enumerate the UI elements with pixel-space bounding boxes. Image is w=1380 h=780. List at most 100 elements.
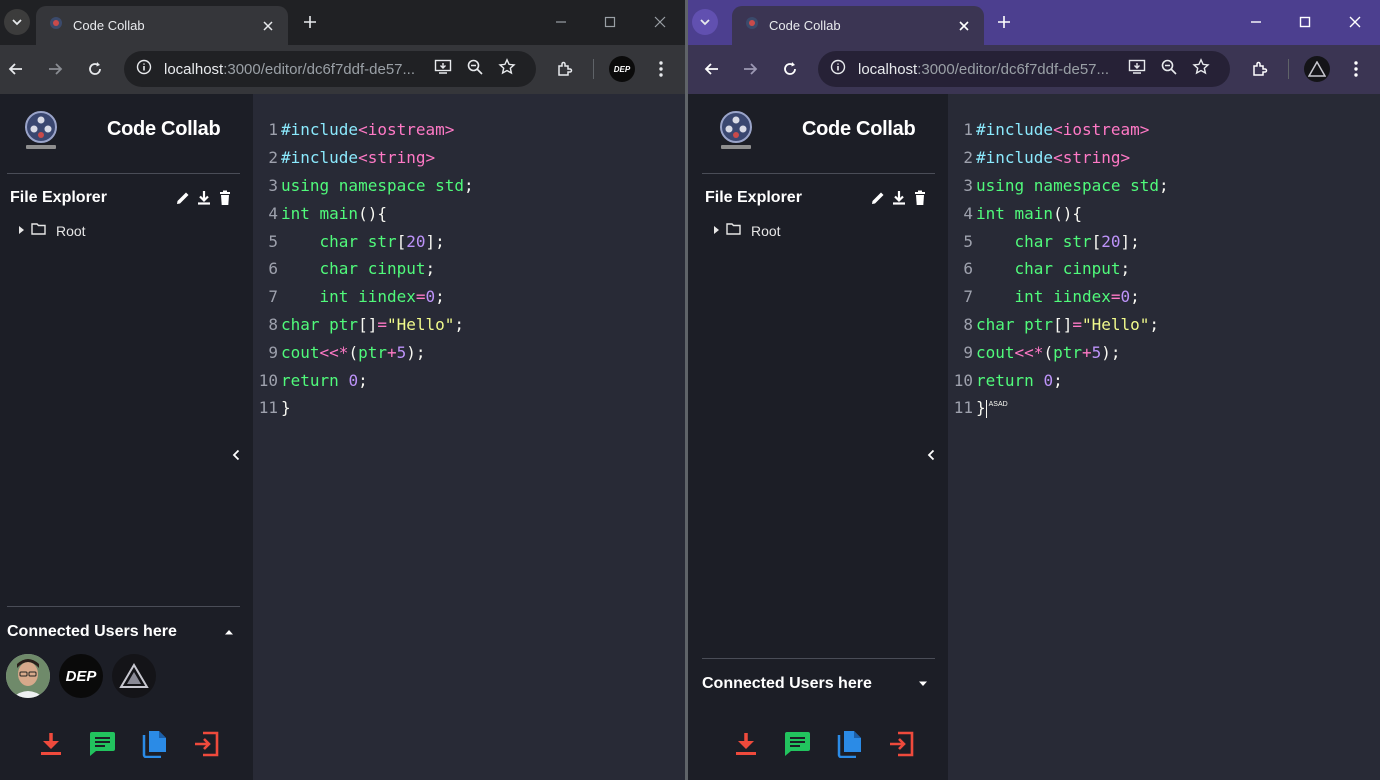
- minimize-icon[interactable]: [551, 12, 571, 32]
- code-line[interactable]: 1 #include<iostream>: [253, 116, 474, 144]
- collapse-sidebar-chevron-icon[interactable]: [924, 446, 938, 464]
- dep-avatar[interactable]: DEP: [59, 654, 103, 698]
- code-text[interactable]: return 0;: [281, 371, 368, 390]
- minimize-icon[interactable]: [1246, 12, 1266, 32]
- close-window-icon[interactable]: [1345, 12, 1365, 32]
- close-tab-icon[interactable]: [954, 16, 974, 36]
- code-text[interactable]: #include<iostream>: [281, 120, 454, 139]
- download-icon[interactable]: [196, 190, 212, 211]
- code-text[interactable]: using namespace std;: [281, 176, 474, 195]
- code-line[interactable]: 10 return 0;: [253, 366, 474, 394]
- new-tab-icon[interactable]: [994, 12, 1014, 32]
- code-line[interactable]: 9 cout<<*(ptr+5);: [253, 338, 474, 366]
- copy-icon[interactable]: [141, 730, 168, 758]
- code-text[interactable]: char str[20];: [976, 232, 1140, 251]
- code-text[interactable]: int iindex=0;: [976, 287, 1140, 306]
- code-line[interactable]: 3 using namespace std;: [948, 172, 1169, 200]
- back-arrow-icon[interactable]: [4, 57, 28, 81]
- caret-right-icon[interactable]: [17, 222, 25, 240]
- code-line[interactable]: 2 #include<string>: [253, 144, 474, 172]
- code-text[interactable]: char ptr[]="Hello";: [976, 315, 1159, 334]
- collapse-sidebar-chevron-icon[interactable]: [229, 446, 243, 464]
- code-line[interactable]: 5 char str[20];: [253, 227, 474, 255]
- forward-arrow-icon[interactable]: [43, 57, 67, 81]
- extensions-puzzle-icon[interactable]: [553, 57, 577, 81]
- code-text[interactable]: char cinput;: [281, 259, 436, 278]
- user-photo-avatar[interactable]: [6, 654, 50, 698]
- connected-users-title[interactable]: Connected Users here: [7, 623, 177, 641]
- delete-trash-icon[interactable]: [217, 190, 233, 211]
- extensions-puzzle-icon[interactable]: [1248, 57, 1272, 81]
- install-app-icon[interactable]: [1128, 58, 1146, 81]
- code-text[interactable]: char cinput;: [976, 259, 1131, 278]
- copy-icon[interactable]: [836, 730, 863, 758]
- maximize-icon[interactable]: [600, 12, 620, 32]
- edit-pencil-icon[interactable]: [175, 190, 191, 211]
- code-text[interactable]: cout<<*(ptr+5);: [976, 343, 1121, 362]
- tab-search-button[interactable]: [692, 9, 718, 35]
- profile-avatar[interactable]: DEP: [609, 56, 635, 82]
- tree-item-root[interactable]: Root: [712, 222, 781, 240]
- code-text[interactable]: return 0;: [976, 371, 1063, 390]
- code-line[interactable]: 8 char ptr[]="Hello";: [948, 311, 1169, 339]
- code-line[interactable]: 3 using namespace std;: [253, 172, 474, 200]
- code-line[interactable]: 9 cout<<*(ptr+5);: [948, 338, 1169, 366]
- reload-icon[interactable]: [83, 57, 107, 81]
- caret-right-icon[interactable]: [712, 222, 720, 240]
- zoom-icon[interactable]: [466, 58, 484, 81]
- tab-code-collab[interactable]: Code Collab: [36, 6, 288, 45]
- install-app-icon[interactable]: [434, 58, 452, 81]
- reload-icon[interactable]: [778, 57, 802, 81]
- edit-pencil-icon[interactable]: [870, 190, 886, 211]
- leave-room-icon[interactable]: [193, 730, 220, 758]
- code-line[interactable]: 8 char ptr[]="Hello";: [253, 311, 474, 339]
- download-code-icon[interactable]: [37, 730, 64, 758]
- code-line[interactable]: 7 int iindex=0;: [948, 283, 1169, 311]
- back-arrow-icon[interactable]: [700, 57, 724, 81]
- profile-avatar[interactable]: [1304, 56, 1330, 82]
- code-editor[interactable]: 1 #include<iostream> 2 #include<string> 3 usi…: [253, 94, 685, 780]
- triangle-logo-avatar[interactable]: [112, 654, 156, 698]
- code-line[interactable]: 1 #include<iostream>: [948, 116, 1169, 144]
- code-text[interactable]: using namespace std;: [976, 176, 1169, 195]
- bookmark-star-icon[interactable]: [1192, 57, 1210, 81]
- code-text[interactable]: } ASAD: [976, 398, 1008, 418]
- code-text[interactable]: char str[20];: [281, 232, 445, 251]
- delete-trash-icon[interactable]: [912, 190, 928, 211]
- caret-up-icon[interactable]: [222, 625, 236, 639]
- code-line[interactable]: 11} ASAD: [948, 394, 1169, 422]
- close-tab-icon[interactable]: [258, 16, 278, 36]
- maximize-icon[interactable]: [1295, 12, 1315, 32]
- code-text[interactable]: int main(){: [976, 204, 1082, 223]
- more-menu-icon[interactable]: [1344, 57, 1368, 81]
- more-menu-icon[interactable]: [649, 57, 673, 81]
- code-text[interactable]: }: [281, 398, 291, 417]
- code-text[interactable]: int main(){: [281, 204, 387, 223]
- code-text[interactable]: #include<string>: [281, 148, 435, 167]
- address-bar[interactable]: localhost:3000/editor/dc6f7ddf-de57...: [818, 51, 1230, 87]
- code-line[interactable]: 11}: [253, 394, 474, 422]
- download-icon[interactable]: [891, 190, 907, 211]
- code-text[interactable]: cout<<*(ptr+5);: [281, 343, 426, 362]
- bookmark-star-icon[interactable]: [498, 57, 516, 81]
- code-line[interactable]: 4 int main(){: [948, 199, 1169, 227]
- code-content[interactable]: 1 #include<iostream> 2 #include<string> 3 usi…: [948, 116, 1169, 422]
- tab-search-button[interactable]: [4, 9, 30, 35]
- code-text[interactable]: #include<iostream>: [976, 120, 1149, 139]
- code-editor[interactable]: 1 #include<iostream> 2 #include<string> 3 usi…: [948, 94, 1380, 780]
- new-tab-icon[interactable]: [300, 12, 320, 32]
- code-text[interactable]: int iindex=0;: [281, 287, 445, 306]
- code-line[interactable]: 4 int main(){: [253, 199, 474, 227]
- address-bar[interactable]: localhost:3000/editor/dc6f7ddf-de57...: [124, 51, 536, 87]
- code-line[interactable]: 2 #include<string>: [948, 144, 1169, 172]
- code-line[interactable]: 6 char cinput;: [948, 255, 1169, 283]
- site-info-icon[interactable]: [830, 59, 846, 80]
- code-content[interactable]: 1 #include<iostream> 2 #include<string> 3 usi…: [253, 116, 474, 422]
- zoom-icon[interactable]: [1160, 58, 1178, 81]
- leave-room-icon[interactable]: [888, 730, 915, 758]
- download-code-icon[interactable]: [732, 730, 759, 758]
- code-line[interactable]: 10 return 0;: [948, 366, 1169, 394]
- code-line[interactable]: 6 char cinput;: [253, 255, 474, 283]
- code-text[interactable]: #include<string>: [976, 148, 1130, 167]
- chat-icon[interactable]: [784, 730, 811, 758]
